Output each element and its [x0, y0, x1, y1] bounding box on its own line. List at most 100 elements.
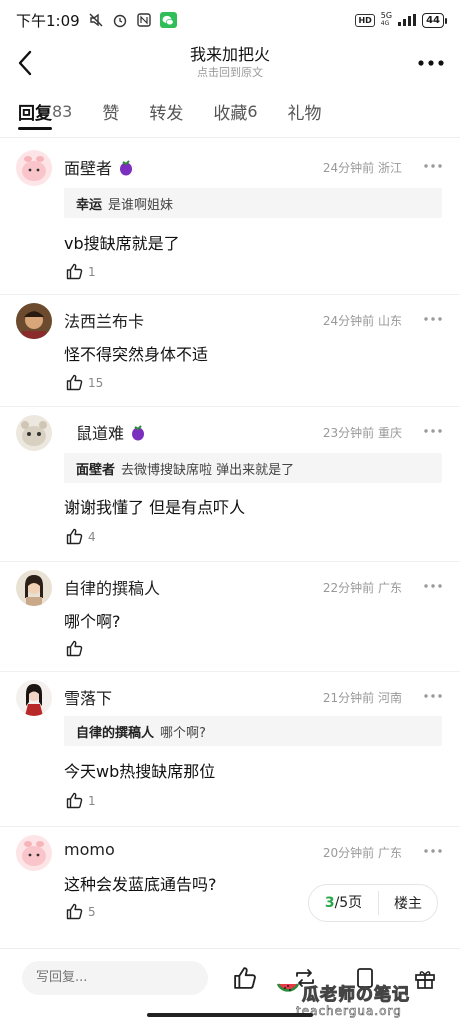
quote-user[interactable]: 自律的撰稿人 — [76, 722, 154, 741]
battery-indicator: 44 — [422, 12, 447, 28]
quoted-reply[interactable]: 幸运 是谁啊姐妹 — [64, 188, 442, 218]
more-button[interactable] — [414, 48, 448, 78]
thumbs-up-icon — [66, 263, 83, 280]
back-button[interactable] — [10, 48, 40, 78]
thumbs-up-icon — [66, 374, 83, 391]
more-icon — [424, 694, 442, 698]
like-count: 15 — [88, 375, 104, 390]
page-total: /5页 — [334, 895, 363, 911]
avatar[interactable] — [16, 415, 52, 451]
comment-item[interactable]: 雪落下 21分钟前 河南 自律的撰稿人 哪个啊? 今天wb热搜缺席那位 1 — [0, 672, 460, 827]
avatar[interactable] — [16, 680, 52, 716]
status-bar: 下午1:09 HD 5G 4G 44 — [0, 0, 460, 40]
tab-favorites[interactable]: 收藏 6 — [213, 86, 257, 138]
comment-more-button[interactable] — [422, 312, 444, 326]
comment-item[interactable]: 面壁者 24分钟前 浙江 幸运 是谁啊姐妹 vb搜缺席就是了 1 — [0, 142, 460, 295]
quoted-reply[interactable]: 面壁者 去微博搜缺席啦 弹出来就是了 — [64, 453, 442, 483]
author-name: 法西兰布卡 — [64, 312, 145, 331]
page-indicator[interactable]: 3/5页 — [309, 891, 379, 915]
comment-more-button[interactable] — [422, 844, 444, 858]
eggplant-badge-icon — [120, 160, 133, 176]
like-button[interactable]: 5 — [66, 903, 96, 920]
more-icon — [424, 164, 442, 168]
like-button[interactable]: 4 — [66, 528, 96, 545]
quote-user[interactable]: 幸运 — [76, 194, 102, 213]
comment-item[interactable]: 鼠道难 23分钟前 重庆 面壁者 去微博搜缺席啦 弹出来就是了 谢谢我懂了 但是… — [0, 407, 460, 562]
comment-more-button[interactable] — [422, 689, 444, 703]
comment-item[interactable]: 法西兰布卡 24分钟前 山东 怪不得突然身体不适 15 — [0, 295, 460, 407]
comment-text: 怪不得突然身体不适 — [64, 345, 209, 364]
thumbs-up-icon — [66, 792, 83, 809]
comment-meta: 21分钟前 河南 — [322, 691, 402, 705]
nfc-icon — [136, 13, 151, 27]
quoted-reply[interactable]: 自律的撰稿人 哪个啊? — [64, 716, 442, 746]
tab-count: 6 — [247, 102, 258, 121]
more-icon — [424, 429, 442, 433]
avatar[interactable] — [16, 303, 52, 339]
network-type: 5G — [380, 11, 393, 20]
comment-author[interactable]: momo — [64, 840, 115, 859]
current-page: 3 — [324, 895, 335, 911]
comment-author[interactable]: 法西兰布卡 — [64, 308, 144, 332]
nav-bar: 我来加把火 点击回到原文 — [0, 40, 460, 86]
comment-author[interactable]: 鼠道难 — [76, 420, 146, 444]
comment-text: 这种会发蓝底通告吗? — [64, 875, 217, 894]
network-sub: 4G — [380, 20, 390, 27]
comment-more-button[interactable] — [422, 579, 444, 593]
tab-label: 礼物 — [287, 104, 322, 124]
comment-author[interactable]: 面壁者 — [64, 155, 134, 179]
mute-icon — [89, 13, 103, 27]
like-count: 1 — [88, 264, 96, 279]
comment-meta: 23分钟前 重庆 — [322, 426, 402, 440]
eggplant-badge-icon — [132, 425, 145, 441]
like-button[interactable]: 1 — [66, 263, 96, 280]
comment-more-button[interactable] — [422, 159, 444, 173]
watermark-title: 瓜老师の笔记 — [302, 985, 410, 1006]
like-count: 4 — [88, 529, 96, 544]
author-name: 鼠道难 — [76, 424, 125, 443]
like-count: 5 — [88, 904, 96, 919]
tab-replies[interactable]: 回复 83 — [18, 86, 72, 138]
alarm-icon — [113, 14, 126, 28]
more-icon — [424, 317, 442, 321]
avatar[interactable] — [16, 570, 52, 606]
quote-text: 去微博搜缺席啦 弹出来就是了 — [121, 462, 295, 478]
op-only-button[interactable]: 楼主 — [379, 893, 437, 913]
more-icon — [424, 849, 442, 853]
hd-badge: HD — [355, 13, 375, 27]
quote-text: 是谁啊姐妹 — [108, 197, 174, 213]
like-post-button[interactable] — [232, 965, 258, 991]
quote-text: 哪个啊? — [160, 725, 206, 741]
tab-label: 赞 — [102, 104, 120, 124]
tab-gifts[interactable]: 礼物 — [288, 86, 322, 138]
avatar[interactable] — [16, 835, 52, 871]
comment-text: 哪个啊? — [64, 612, 121, 631]
comment-text: vb搜缺席就是了 — [64, 234, 180, 253]
comment-text: 今天wb热搜缺席那位 — [64, 762, 216, 781]
quote-user[interactable]: 面壁者 — [76, 459, 115, 478]
like-button[interactable] — [66, 640, 88, 657]
avatar[interactable] — [16, 150, 52, 186]
comment-more-button[interactable] — [422, 424, 444, 438]
like-button[interactable]: 1 — [66, 792, 96, 809]
tab-reposts[interactable]: 转发 — [149, 86, 183, 138]
author-name: 面壁者 — [64, 159, 113, 178]
reply-input[interactable] — [22, 961, 208, 995]
comment-meta: 24分钟前 山东 — [322, 314, 402, 328]
comment-author[interactable]: 雪落下 — [64, 685, 112, 709]
comment-author[interactable]: 自律的撰稿人 — [64, 575, 160, 599]
thumbs-up-icon — [66, 640, 83, 657]
home-indicator[interactable] — [147, 1013, 313, 1017]
comment-meta: 24分钟前 浙江 — [322, 161, 402, 175]
comment-meta: 20分钟前 广东 — [322, 846, 402, 860]
comment-item[interactable]: 自律的撰稿人 22分钟前 广东 哪个啊? — [0, 562, 460, 672]
chevron-left-icon — [18, 50, 32, 76]
more-icon — [424, 584, 442, 588]
wechat-icon — [159, 12, 177, 28]
thumbs-up-icon — [234, 967, 256, 989]
tab-label: 转发 — [149, 104, 184, 124]
page-subtitle: 点击回到原文 — [196, 66, 263, 79]
nav-title-block[interactable]: 我来加把火 点击回到原文 — [190, 45, 270, 81]
like-button[interactable]: 15 — [66, 374, 103, 391]
tab-likes[interactable]: 赞 — [102, 86, 119, 138]
